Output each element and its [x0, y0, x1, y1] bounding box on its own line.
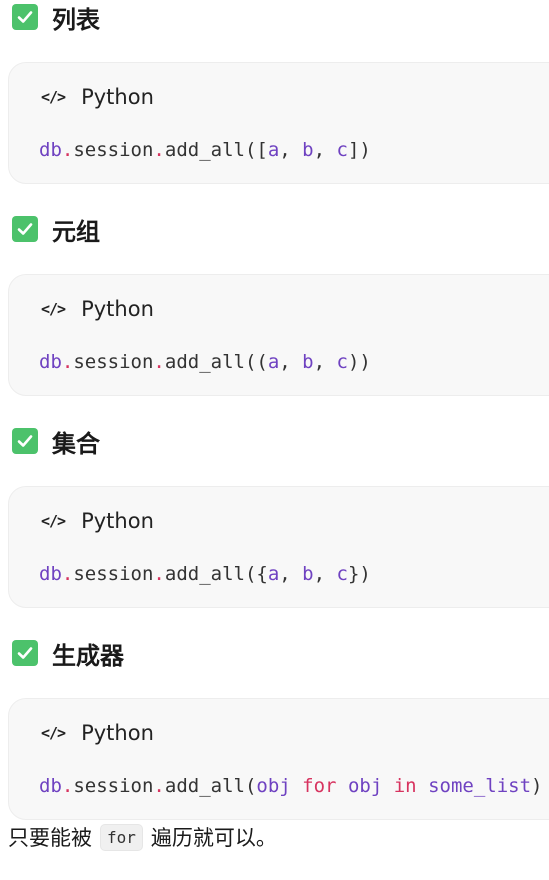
footer-text-before: 只要能被	[8, 826, 92, 850]
token-close: ])	[347, 139, 371, 161]
token-module: db	[39, 563, 62, 585]
token-call: add_all(	[164, 775, 257, 797]
token-sep: ,	[279, 563, 303, 585]
section-heading-text: 集合	[52, 429, 100, 458]
language-name: Python	[81, 721, 154, 745]
page: 列表 </> Python db.session.add_all([a, b, …	[0, 0, 549, 880]
token-keyword: in	[393, 775, 417, 797]
token-attr: session	[73, 139, 154, 161]
check-mark-icon	[12, 216, 38, 242]
section-heading-text: 元组	[52, 217, 100, 246]
code-icon: </>	[41, 512, 66, 530]
token-attr: session	[73, 351, 154, 373]
section-heading-text: 列表	[52, 5, 100, 34]
token-var: c	[336, 351, 348, 373]
token-dot: .	[153, 139, 165, 161]
section-heading-generator: 生成器	[12, 637, 124, 670]
code-block: </> Python db.session.add_all([a, b, c])	[8, 62, 549, 184]
token-dot: .	[61, 139, 74, 161]
footer-sentence: 只要能被 for 遍历就可以。	[8, 820, 277, 854]
token-attr: session	[73, 775, 154, 797]
check-mark-icon	[12, 640, 38, 666]
code-language-label: </> Python	[41, 85, 154, 109]
language-name: Python	[81, 297, 154, 321]
code-block: </> Python db.session.add_all({a, b, c})	[8, 486, 549, 608]
token-close: ))	[347, 351, 371, 373]
section-heading-tuple: 元组	[12, 213, 100, 246]
code-language-label: </> Python	[41, 509, 154, 533]
token-var: c	[336, 139, 348, 161]
token-dot: .	[153, 351, 165, 373]
token-var: b	[302, 563, 314, 585]
token-sep: ,	[279, 351, 303, 373]
code-line[interactable]: db.session.add_all({a, b, c})	[39, 563, 371, 585]
token-var: obj	[347, 775, 383, 797]
check-mark-icon	[12, 428, 38, 454]
token-attr: session	[73, 563, 154, 585]
token-dot: .	[61, 351, 74, 373]
code-line[interactable]: db.session.add_all(obj for obj in some_l…	[39, 775, 542, 797]
token-module: db	[39, 139, 62, 161]
footer-text-after: 遍历就可以。	[150, 826, 277, 850]
token-dot: .	[153, 563, 165, 585]
token-call: add_all({	[164, 563, 268, 585]
token-var: obj	[256, 775, 291, 797]
token-var: a	[267, 351, 280, 373]
token-keyword: for	[302, 775, 337, 797]
token-var: some_list	[428, 775, 532, 797]
code-line[interactable]: db.session.add_all((a, b, c))	[39, 351, 371, 373]
token-call: add_all([	[164, 139, 268, 161]
language-name: Python	[81, 509, 154, 533]
token-var: b	[302, 139, 314, 161]
token-var: a	[267, 563, 280, 585]
token-call: add_all((	[164, 351, 268, 373]
code-language-label: </> Python	[41, 721, 154, 745]
token-sep: ,	[313, 351, 337, 373]
token-sep: ,	[279, 139, 303, 161]
code-icon: </>	[41, 300, 66, 318]
token-sep: ,	[313, 139, 337, 161]
token-var: c	[336, 563, 348, 585]
code-icon: </>	[41, 724, 66, 742]
token-var: b	[302, 351, 314, 373]
inline-code: for	[100, 823, 143, 851]
code-language-label: </> Python	[41, 297, 154, 321]
token-close: })	[347, 563, 371, 585]
language-name: Python	[81, 85, 154, 109]
code-icon: </>	[41, 88, 66, 106]
code-line[interactable]: db.session.add_all([a, b, c])	[39, 139, 371, 161]
token-dot: .	[61, 775, 74, 797]
section-heading-set: 集合	[12, 425, 100, 458]
token-dot: .	[153, 775, 165, 797]
code-block: </> Python db.session.add_all((a, b, c))	[8, 274, 549, 396]
token-module: db	[39, 351, 62, 373]
section-heading-text: 生成器	[52, 641, 124, 670]
token-dot: .	[61, 563, 74, 585]
code-block: </> Python db.session.add_all(obj for ob…	[8, 698, 549, 820]
section-heading-list: 列表	[12, 1, 100, 34]
token-module: db	[39, 775, 62, 797]
token-close: )	[531, 775, 543, 797]
token-var: a	[267, 139, 280, 161]
check-mark-icon	[12, 4, 38, 30]
token-sep: ,	[313, 563, 337, 585]
